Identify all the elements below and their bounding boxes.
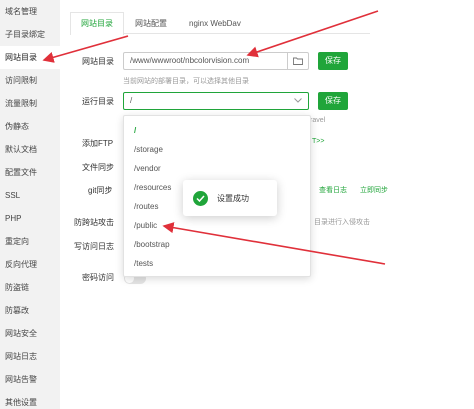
write-log-label: 写访问日志: [74, 242, 114, 251]
dropdown-option-vendor[interactable]: /vendor: [134, 164, 161, 173]
sidebar-item-tamper-proof[interactable]: 防篡改: [0, 299, 60, 322]
sidebar-item-reverse-proxy[interactable]: 反向代理: [0, 253, 60, 276]
check-circle-icon: [193, 190, 208, 206]
ftp-link[interactable]: T>>: [312, 138, 324, 145]
sidebar-item-other-settings[interactable]: 其他设置: [0, 391, 60, 409]
dropdown-option-bootstrap[interactable]: /bootstrap: [134, 240, 170, 249]
password-access-label: 密码访问: [82, 273, 114, 282]
run-dir-label: 运行目录: [82, 97, 114, 106]
site-dir-label: 网站目录: [82, 57, 114, 66]
anti-cross-site-desc: 目录进行入侵攻击: [314, 219, 370, 226]
dropdown-option-storage[interactable]: /storage: [134, 145, 163, 154]
site-dir-save-button[interactable]: 保存: [318, 52, 348, 70]
dropdown-option-routes[interactable]: /routes: [134, 202, 158, 211]
success-toast: 设置成功: [183, 180, 277, 216]
run-dir-value: /: [130, 96, 133, 105]
tab-nginx-webdav[interactable]: nginx WebDav: [178, 12, 252, 34]
sidebar-item-site-log[interactable]: 网站日志: [0, 345, 60, 368]
chevron-down-icon: [294, 98, 302, 103]
sidebar-item-site-alert[interactable]: 网站告警: [0, 368, 60, 391]
dropdown-option-public[interactable]: /public: [134, 221, 157, 230]
sync-now-link[interactable]: 立即同步: [360, 185, 388, 195]
sidebar-item-php[interactable]: PHP: [0, 207, 60, 230]
sidebar-item-rewrite[interactable]: 伪静态: [0, 115, 60, 138]
main-panel: 网站目录 网站配置 nginx WebDav 网站目录 /www/wwwroot…: [60, 0, 474, 409]
dropdown-option-tests[interactable]: /tests: [134, 259, 153, 268]
run-dir-hint-tail: ravel: [310, 117, 326, 124]
sidebar-item-default-doc[interactable]: 默认文档: [0, 138, 60, 161]
sidebar-item-access-limit[interactable]: 访问限制: [0, 69, 60, 92]
run-dir-select[interactable]: /: [123, 92, 309, 110]
run-dir-save-button[interactable]: 保存: [318, 92, 348, 110]
git-sync-label: git同步: [88, 186, 113, 195]
tab-bar: 网站目录 网站配置 nginx WebDav: [70, 12, 370, 35]
sidebar-item-hotlink[interactable]: 防盗链: [0, 276, 60, 299]
tab-site-dir[interactable]: 网站目录: [70, 12, 124, 35]
view-log-link[interactable]: 查看日志: [319, 185, 347, 195]
file-sync-label: 文件同步: [82, 163, 114, 172]
dropdown-option-resources[interactable]: /resources: [134, 183, 171, 192]
site-dir-input[interactable]: /www/wwwroot/nbcolorvision.com: [123, 52, 309, 70]
tab-site-config[interactable]: 网站配置: [124, 12, 178, 34]
site-dir-hint: 当前网站的部署目录，可以选择其他目录: [123, 78, 249, 85]
sidebar-item-redirect[interactable]: 重定向: [0, 230, 60, 253]
dropdown-option-root[interactable]: /: [134, 126, 136, 135]
sidebar-item-traffic-limit[interactable]: 流量限制: [0, 92, 60, 115]
sidebar-item-ssl[interactable]: SSL: [0, 184, 60, 207]
add-ftp-label: 添加FTP: [82, 139, 114, 148]
site-dir-value: /www/wwwroot/nbcolorvision.com: [130, 56, 250, 65]
folder-icon[interactable]: [287, 53, 308, 69]
sidebar: 域名管理 子目录绑定 网站目录 访问限制 流量限制 伪静态 默认文档 配置文件 …: [0, 0, 60, 409]
sidebar-item-subdir-binding[interactable]: 子目录绑定: [0, 23, 60, 46]
sidebar-item-site-dir[interactable]: 网站目录: [0, 46, 60, 69]
toast-message: 设置成功: [217, 193, 249, 203]
sidebar-item-site-security[interactable]: 网站安全: [0, 322, 60, 345]
sidebar-item-config-file[interactable]: 配置文件: [0, 161, 60, 184]
sidebar-item-domain[interactable]: 域名管理: [0, 0, 60, 23]
anti-cross-site-label: 防跨站攻击: [74, 218, 114, 227]
